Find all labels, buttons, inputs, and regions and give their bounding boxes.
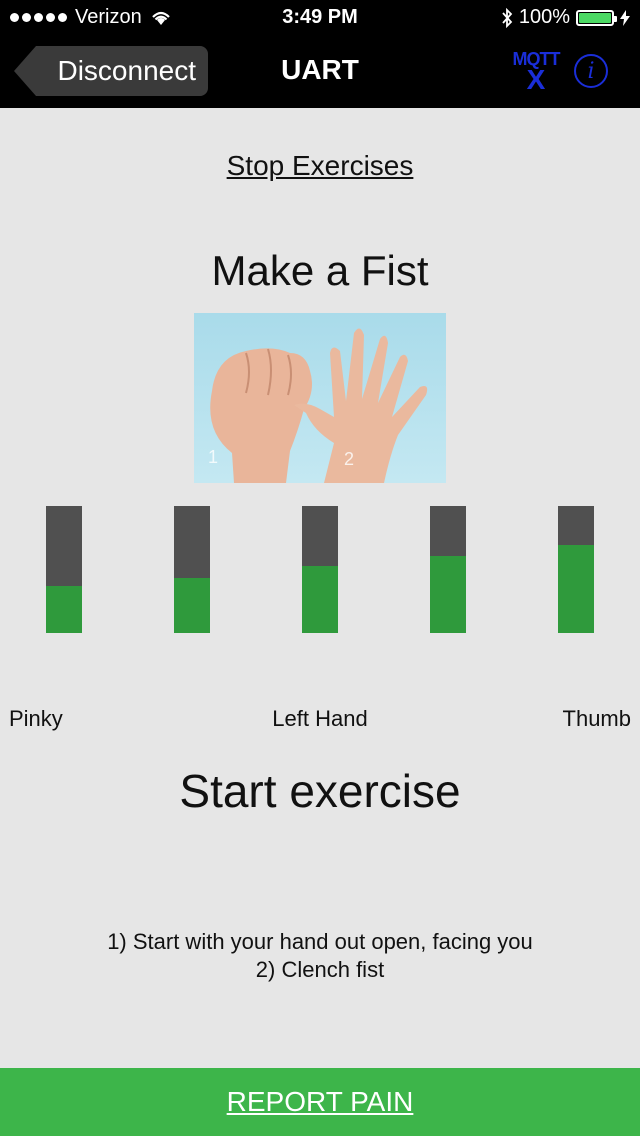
finger-bar [558, 506, 594, 633]
finger-bar [174, 506, 210, 633]
battery-percent: 100% [518, 6, 570, 28]
bluetooth-icon [502, 7, 513, 28]
finger-bar [430, 506, 466, 633]
hand-fist-image: 1 2 [194, 313, 446, 483]
status-bar: Verizon 3:49 PM 100% [0, 0, 640, 36]
stop-exercises-link[interactable]: Stop Exercises [0, 150, 640, 182]
mqtt-button[interactable]: MQTT X [508, 50, 564, 94]
finger-bar-level [558, 545, 594, 633]
svg-text:1: 1 [208, 447, 218, 467]
instruction-step-1: 1) Start with your hand out open, facing… [107, 929, 533, 954]
instructions: 1) Start with your hand out open, facing… [0, 928, 640, 984]
finger-bar-level [174, 578, 210, 633]
svg-text:2: 2 [344, 449, 354, 469]
hand-label: Left Hand [272, 706, 368, 731]
exercise-status: Start exercise [179, 765, 461, 817]
finger-bar-level [46, 586, 82, 633]
instruction-step-2: 2) Clench fist [255, 957, 385, 982]
nav-bar: Disconnect UART MQTT X i [0, 36, 640, 108]
battery-icon [576, 9, 617, 26]
mqtt-x-label: X [526, 64, 546, 95]
thumb-label: Thumb [562, 706, 631, 731]
report-pain-button[interactable]: REPORT PAIN [0, 1068, 640, 1136]
finger-bar [302, 506, 338, 633]
finger-bar [46, 506, 82, 633]
finger-bar-level [302, 565, 338, 633]
exercise-title: Make a Fist [211, 247, 429, 294]
hand-illustration: 1 2 [208, 328, 428, 483]
finger-bar-level [430, 555, 466, 633]
info-icon[interactable]: i [574, 54, 608, 88]
charging-icon [620, 9, 630, 26]
status-right: 100% [501, 6, 630, 29]
